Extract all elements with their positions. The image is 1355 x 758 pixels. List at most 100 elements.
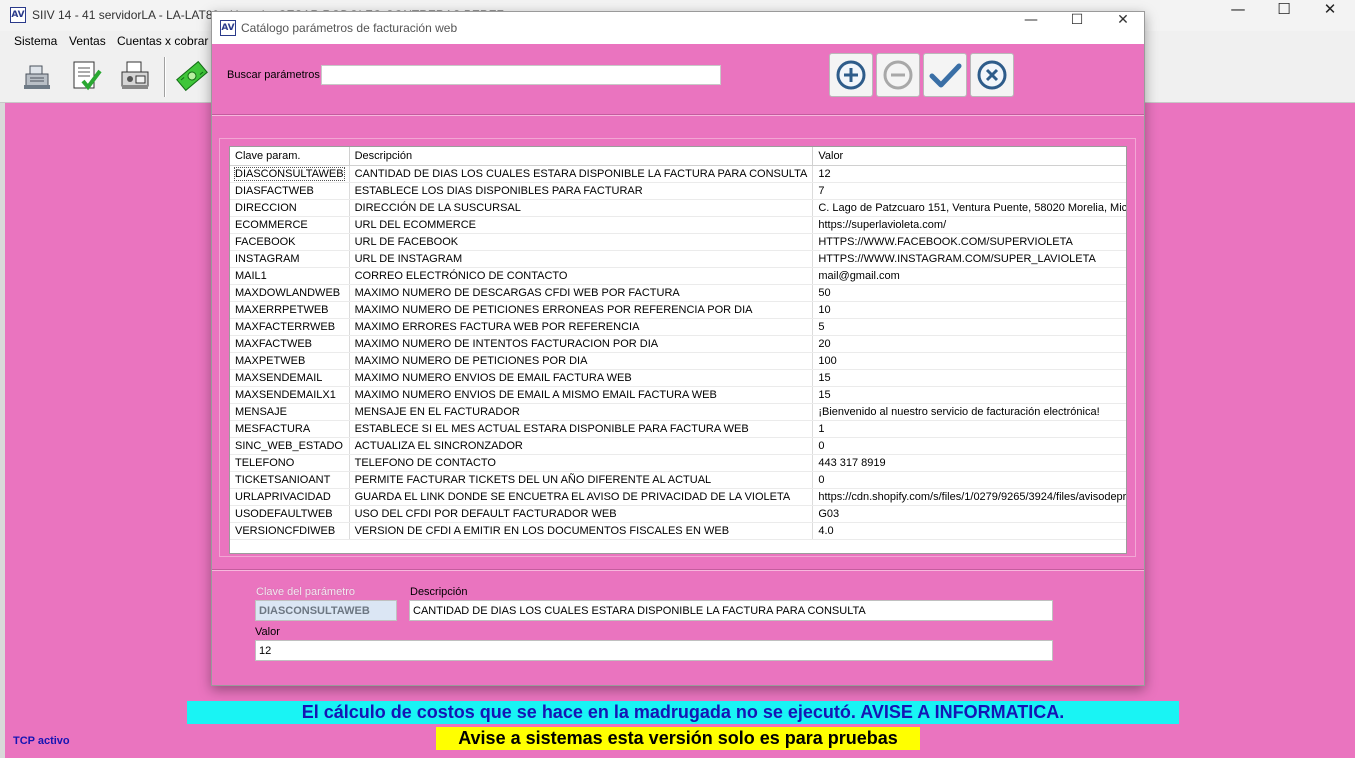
table-row[interactable]: INSTAGRAM URL DE INSTAGRAM HTTPS://WWW.INS… (230, 250, 1126, 268)
cell-valor[interactable]: ¡Bienvenido al nuestro servicio de factu… (812, 403, 1126, 421)
checklist-button[interactable] (66, 56, 106, 96)
table-row[interactable]: FACEBOOK URL DE FACEBOOK HTTPS://WWW.FACEB… (230, 233, 1126, 251)
cell-clave[interactable]: MESFACTURA (230, 420, 350, 438)
cell-descripcion[interactable]: MAXIMO NUMERO DE INTENTOS FACTURACION PO… (349, 335, 814, 353)
table-row[interactable]: DIASFACTWEB ESTABLECE LOS DIAS DISPONIBLE… (230, 182, 1126, 200)
cell-clave[interactable]: MAXERRPETWEB (230, 301, 350, 319)
cell-descripcion[interactable]: URL DEL ECOMMERCE (349, 216, 814, 234)
dialog-close-button[interactable]: ✕ (1100, 12, 1146, 44)
cell-valor[interactable]: 15 (812, 386, 1126, 404)
cell-valor[interactable]: 4.0 (812, 522, 1126, 540)
cash-register-button[interactable] (17, 56, 57, 96)
accept-button[interactable] (923, 53, 967, 97)
cell-clave[interactable]: ECOMMERCE (230, 216, 350, 234)
table-row[interactable]: MAXSENDEMAILX1 MAXIMO NUMERO ENVIOS DE EM… (230, 386, 1126, 404)
remove-button[interactable] (876, 53, 920, 97)
cell-clave[interactable]: SINC_WEB_ESTADO (230, 437, 350, 455)
cell-clave[interactable]: MENSAJE (230, 403, 350, 421)
cell-descripcion[interactable]: MAXIMO ERRORES FACTURA WEB POR REFERENCI… (349, 318, 814, 336)
search-input[interactable] (321, 65, 721, 85)
cancel-button[interactable] (970, 53, 1014, 97)
cell-clave[interactable]: MAXSENDEMAILX1 (230, 386, 350, 404)
cell-valor[interactable]: 20 (812, 335, 1126, 353)
cell-clave[interactable]: MAXPETWEB (230, 352, 350, 370)
cell-descripcion[interactable]: MAXIMO NUMERO DE PETICIONES POR DIA (349, 352, 814, 370)
table-row[interactable]: SINC_WEB_ESTADO ACTUALIZA EL SINCRONZADOR… (230, 437, 1126, 455)
cell-descripcion[interactable]: CANTIDAD DE DIAS LOS CUALES ESTARA DISPO… (349, 165, 814, 183)
cell-descripcion[interactable]: USO DEL CFDI POR DEFAULT FACTURADOR WEB (349, 505, 814, 523)
col-header-descripcion[interactable]: Descripción (349, 147, 814, 166)
menu-cuentas-x-cobrar[interactable]: Cuentas x cobrar (117, 34, 208, 48)
cell-valor[interactable]: G03 (812, 505, 1126, 523)
cell-valor[interactable]: C. Lago de Patzcuaro 151, Ventura Puente… (812, 199, 1126, 217)
cell-clave[interactable]: URLAPRIVACIDAD (230, 488, 350, 506)
cell-valor[interactable]: 1 (812, 420, 1126, 438)
cell-descripcion[interactable]: ACTUALIZA EL SINCRONZADOR (349, 437, 814, 455)
cell-descripcion[interactable]: MENSAJE EN EL FACTURADOR (349, 403, 814, 421)
cell-clave[interactable]: DIASFACTWEB (230, 182, 350, 200)
fax-printer-button[interactable] (115, 56, 155, 96)
table-row[interactable]: MAXERRPETWEB MAXIMO NUMERO DE PETICIONES … (230, 301, 1126, 319)
cell-valor[interactable]: mail@gmail.com (812, 267, 1126, 285)
cell-descripcion[interactable]: URL DE INSTAGRAM (349, 250, 814, 268)
cell-descripcion[interactable]: PERMITE FACTURAR TICKETS DEL UN AÑO DIFE… (349, 471, 814, 489)
dialog-maximize-button[interactable]: ☐ (1054, 12, 1100, 44)
add-button[interactable] (829, 53, 873, 97)
cell-descripcion[interactable]: MAXIMO NUMERO ENVIOS DE EMAIL A MISMO EM… (349, 386, 814, 404)
cell-descripcion[interactable]: GUARDA EL LINK DONDE SE ENCUETRA EL AVIS… (349, 488, 814, 506)
table-row[interactable]: DIRECCION DIRECCIÓN DE LA SUSCURSAL C. Lag… (230, 199, 1126, 217)
table-row[interactable]: URLAPRIVACIDAD GUARDA EL LINK DONDE SE EN… (230, 488, 1126, 506)
cell-clave[interactable]: DIASCONSULTAWEB (230, 165, 350, 183)
cell-valor[interactable]: 7 (812, 182, 1126, 200)
cell-valor[interactable]: 12 (812, 165, 1126, 183)
value-field[interactable]: 12 (255, 640, 1053, 661)
cell-clave[interactable]: MAXSENDEMAIL (230, 369, 350, 387)
cell-valor[interactable]: HTTPS://WWW.FACEBOOK.COM/SUPERVIOLETA (812, 233, 1126, 251)
cell-valor[interactable]: https://superlavioleta.com/ (812, 216, 1126, 234)
cell-valor[interactable]: 10 (812, 301, 1126, 319)
cell-valor[interactable]: 50 (812, 284, 1126, 302)
cell-valor[interactable]: 15 (812, 369, 1126, 387)
dialog-minimize-button[interactable]: — (1008, 12, 1054, 44)
cell-descripcion[interactable]: DIRECCIÓN DE LA SUSCURSAL (349, 199, 814, 217)
cell-valor[interactable]: https://cdn.shopify.com/s/files/1/0279/9… (812, 488, 1126, 506)
cell-clave[interactable]: VERSIONCFDIWEB (230, 522, 350, 540)
table-row[interactable]: MENSAJE MENSAJE EN EL FACTURADOR ¡Bienveni… (230, 403, 1126, 421)
table-row[interactable]: MAXFACTWEB MAXIMO NUMERO DE INTENTOS FACT… (230, 335, 1126, 353)
cell-clave[interactable]: TELEFONO (230, 454, 350, 472)
table-row[interactable]: TICKETSANIOANT PERMITE FACTURAR TICKETS D… (230, 471, 1126, 489)
cell-clave[interactable]: INSTAGRAM (230, 250, 350, 268)
table-row[interactable]: TELEFONO TELEFONO DE CONTACTO 443 317 8919 (230, 454, 1126, 472)
description-field[interactable]: CANTIDAD DE DIAS LOS CUALES ESTARA DISPO… (409, 600, 1053, 621)
menu-ventas[interactable]: Ventas (69, 34, 106, 48)
cell-clave[interactable]: FACEBOOK (230, 233, 350, 251)
cell-descripcion[interactable]: MAXIMO NUMERO DE PETICIONES ERRONEAS POR… (349, 301, 814, 319)
table-row[interactable]: DIASCONSULTAWEB CANTIDAD DE DIAS LOS CUAL… (230, 165, 1126, 183)
cell-valor[interactable]: HTTPS://WWW.INSTAGRAM.COM/SUPER_LAVIOLET… (812, 250, 1126, 268)
col-header-clave[interactable]: Clave param. (230, 147, 350, 166)
table-row[interactable]: USODEFAULTWEB USO DEL CFDI POR DEFAULT FA… (230, 505, 1126, 523)
cell-clave[interactable]: MAXDOWLANDWEB (230, 284, 350, 302)
cell-descripcion[interactable]: CORREO ELECTRÓNICO DE CONTACTO (349, 267, 814, 285)
cell-valor[interactable]: 5 (812, 318, 1126, 336)
cell-descripcion[interactable]: ESTABLECE LOS DIAS DISPONIBLES PARA FACT… (349, 182, 814, 200)
table-row[interactable]: VERSIONCFDIWEB VERSION DE CFDI A EMITIR E… (230, 522, 1126, 540)
table-row[interactable]: MAXSENDEMAIL MAXIMO NUMERO ENVIOS DE EMAI… (230, 369, 1126, 387)
cell-clave[interactable]: MAXFACTWEB (230, 335, 350, 353)
col-header-valor[interactable]: Valor (812, 147, 1126, 166)
maximize-button[interactable]: ☐ (1261, 0, 1307, 31)
money-button[interactable] (172, 56, 212, 96)
parametros-grid[interactable]: Clave param. Descripción Valor DIASCONSU… (229, 146, 1127, 554)
cell-descripcion[interactable]: URL DE FACEBOOK (349, 233, 814, 251)
menu-sistema[interactable]: Sistema (14, 34, 57, 48)
table-row[interactable]: MAXFACTERRWEB MAXIMO ERRORES FACTURA WEB … (230, 318, 1126, 336)
table-row[interactable]: MAIL1 CORREO ELECTRÓNICO DE CONTACTO mail@… (230, 267, 1126, 285)
cell-valor[interactable]: 0 (812, 437, 1126, 455)
cell-descripcion[interactable]: MAXIMO NUMERO DE DESCARGAS CFDI WEB POR … (349, 284, 814, 302)
cell-descripcion[interactable]: TELEFONO DE CONTACTO (349, 454, 814, 472)
cell-clave[interactable]: DIRECCION (230, 199, 350, 217)
cell-clave[interactable]: USODEFAULTWEB (230, 505, 350, 523)
cell-descripcion[interactable]: ESTABLECE SI EL MES ACTUAL ESTARA DISPON… (349, 420, 814, 438)
cell-descripcion[interactable]: MAXIMO NUMERO ENVIOS DE EMAIL FACTURA WE… (349, 369, 814, 387)
cell-clave[interactable]: TICKETSANIOANT (230, 471, 350, 489)
